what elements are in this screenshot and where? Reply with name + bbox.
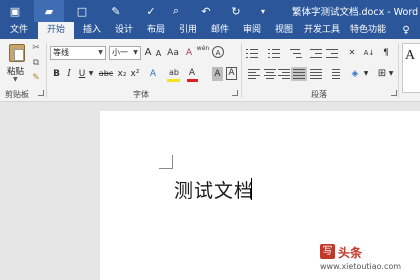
font-name-combo[interactable]: 等线 ▼ [50, 46, 106, 60]
highlight-button[interactable]: ab [166, 66, 182, 80]
font-launcher-icon[interactable] [232, 90, 238, 96]
margin-corner-mark [172, 155, 173, 169]
underline-button[interactable]: U [77, 67, 87, 81]
grow-font-button[interactable]: A [143, 46, 153, 60]
format-painter-icon[interactable]: ✎ [30, 73, 42, 83]
clipboard-group-label: 剪贴板 [5, 90, 29, 99]
styles-gallery[interactable]: A [402, 43, 420, 93]
undo-icon[interactable]: ↶ [195, 0, 217, 22]
change-case-button[interactable]: Aa [165, 46, 181, 60]
show-marks-button[interactable]: ¶ [380, 46, 392, 60]
justify-button[interactable] [291, 67, 307, 81]
paste-icon[interactable] [9, 44, 25, 62]
tab-insert[interactable]: 插入 [78, 22, 106, 39]
font-color-swatch [187, 79, 198, 82]
italic-button[interactable]: I [64, 67, 74, 81]
enclose-characters-button[interactable]: A [212, 46, 224, 58]
highlight-color-swatch [167, 79, 180, 82]
cut-icon[interactable]: ✂ [30, 43, 42, 53]
increase-indent-icon[interactable] [326, 48, 338, 58]
bullets-icon[interactable] [246, 48, 258, 58]
subscript-button[interactable]: x₂ [116, 67, 128, 81]
tab-file[interactable]: 文件 [4, 22, 34, 39]
ribbon-home: 粘贴 ▼ ✂ ⧉ ✎ 剪贴板 等线 ▼ 小一 ▼ A A Aa A wén A … [0, 39, 420, 102]
clipboard-launcher-icon[interactable] [38, 90, 44, 96]
watermark-url: www.xietoutiao.com [320, 262, 402, 271]
chevron-down-icon[interactable]: ▼ [88, 67, 94, 81]
font-group-label: 字体 [133, 90, 149, 99]
justify-icon [293, 69, 305, 79]
tab-review[interactable]: 审阅 [238, 22, 266, 39]
paragraph-launcher-icon[interactable] [391, 90, 397, 96]
group-divider [46, 43, 47, 98]
open-folder-icon[interactable]: ▰ [34, 0, 64, 22]
numbering-icon[interactable] [268, 48, 280, 58]
paragraph-group-label: 段落 [311, 90, 327, 99]
ribbon-tabs: 文件 开始 插入 设计 布局 引用 邮件 审阅 视图 开发工具 特色功能 ♀ [0, 22, 420, 39]
chevron-down-icon[interactable]: ▼ [363, 67, 369, 81]
sort-button[interactable]: A↓ [362, 46, 376, 60]
tab-special-features[interactable]: 特色功能 [346, 22, 390, 39]
character-border-button[interactable]: A [226, 67, 237, 80]
font-name-value: 等线 [53, 48, 69, 57]
chevron-down-icon[interactable]: ▼ [96, 47, 105, 59]
watermark-name: 头条 [338, 246, 363, 260]
phonetic-guide-button[interactable]: wén [196, 45, 210, 59]
tab-mailings[interactable]: 邮件 [206, 22, 234, 39]
font-color-button[interactable]: A [186, 66, 198, 80]
watermark-logo: 写 [320, 244, 335, 259]
style-preview: A [405, 48, 416, 63]
text-effects-button[interactable]: A [147, 67, 159, 81]
font-size-value: 小一 [112, 48, 128, 57]
font-size-combo[interactable]: 小一 ▼ [109, 46, 141, 60]
customize-icon[interactable]: ✓ [141, 0, 161, 22]
tab-developer[interactable]: 开发工具 [302, 22, 342, 39]
bold-button[interactable]: B [51, 67, 62, 81]
redo-icon[interactable]: ↻ [226, 0, 246, 22]
align-center-icon[interactable] [264, 69, 276, 79]
tab-layout[interactable]: 布局 [142, 22, 170, 39]
window-title: 繁体字测试文档.docx - Word [292, 7, 419, 18]
new-document-icon[interactable]: □ [72, 0, 92, 22]
document-body-text[interactable]: 测试文档 [174, 176, 254, 203]
title-bar: ▣ ▰ □ ✎ ✓ ⌕ ↶ ↻ ▾ 繁体字测试文档.docx - Word [0, 0, 420, 22]
format-painter-icon[interactable]: ✎ [106, 0, 126, 22]
strikethrough-button[interactable]: abc [98, 67, 114, 81]
tab-design[interactable]: 设计 [110, 22, 138, 39]
clear-formatting-button[interactable]: A [184, 46, 194, 60]
group-divider [398, 43, 399, 98]
print-preview-icon[interactable]: ⌕ [166, 0, 186, 22]
superscript-button[interactable]: x² [129, 67, 141, 81]
character-shading-button[interactable]: A [212, 67, 223, 81]
line-spacing-icon[interactable] [328, 69, 340, 79]
margin-corner-mark [159, 168, 173, 169]
tab-view[interactable]: 视图 [270, 22, 298, 39]
align-right-icon[interactable] [278, 69, 290, 79]
lightbulb-icon[interactable]: ♀ [396, 22, 416, 39]
shrink-font-button[interactable]: A [154, 47, 163, 61]
save-icon[interactable]: ▣ [4, 0, 26, 22]
align-left-icon[interactable] [248, 69, 260, 79]
decrease-indent-icon[interactable] [310, 48, 322, 58]
borders-icon[interactable]: ⊞ [376, 67, 388, 81]
qat-more-icon[interactable]: ▾ [256, 0, 270, 22]
chevron-down-icon[interactable]: ▼ [131, 47, 140, 59]
shading-icon[interactable]: ◈ [348, 67, 362, 81]
chinese-layout-icon[interactable]: ✕ [346, 46, 358, 60]
multilevel-list-icon[interactable] [290, 48, 302, 58]
chevron-down-icon[interactable]: ▼ [388, 67, 394, 81]
tab-home[interactable]: 开始 [38, 22, 74, 39]
group-divider [241, 43, 242, 98]
document-page[interactable] [100, 111, 420, 280]
distributed-icon[interactable] [310, 69, 322, 79]
tab-references[interactable]: 引用 [174, 22, 202, 39]
paste-dropdown-icon[interactable]: ▼ [13, 76, 18, 83]
text-cursor [251, 178, 252, 200]
copy-icon[interactable]: ⧉ [30, 58, 42, 68]
